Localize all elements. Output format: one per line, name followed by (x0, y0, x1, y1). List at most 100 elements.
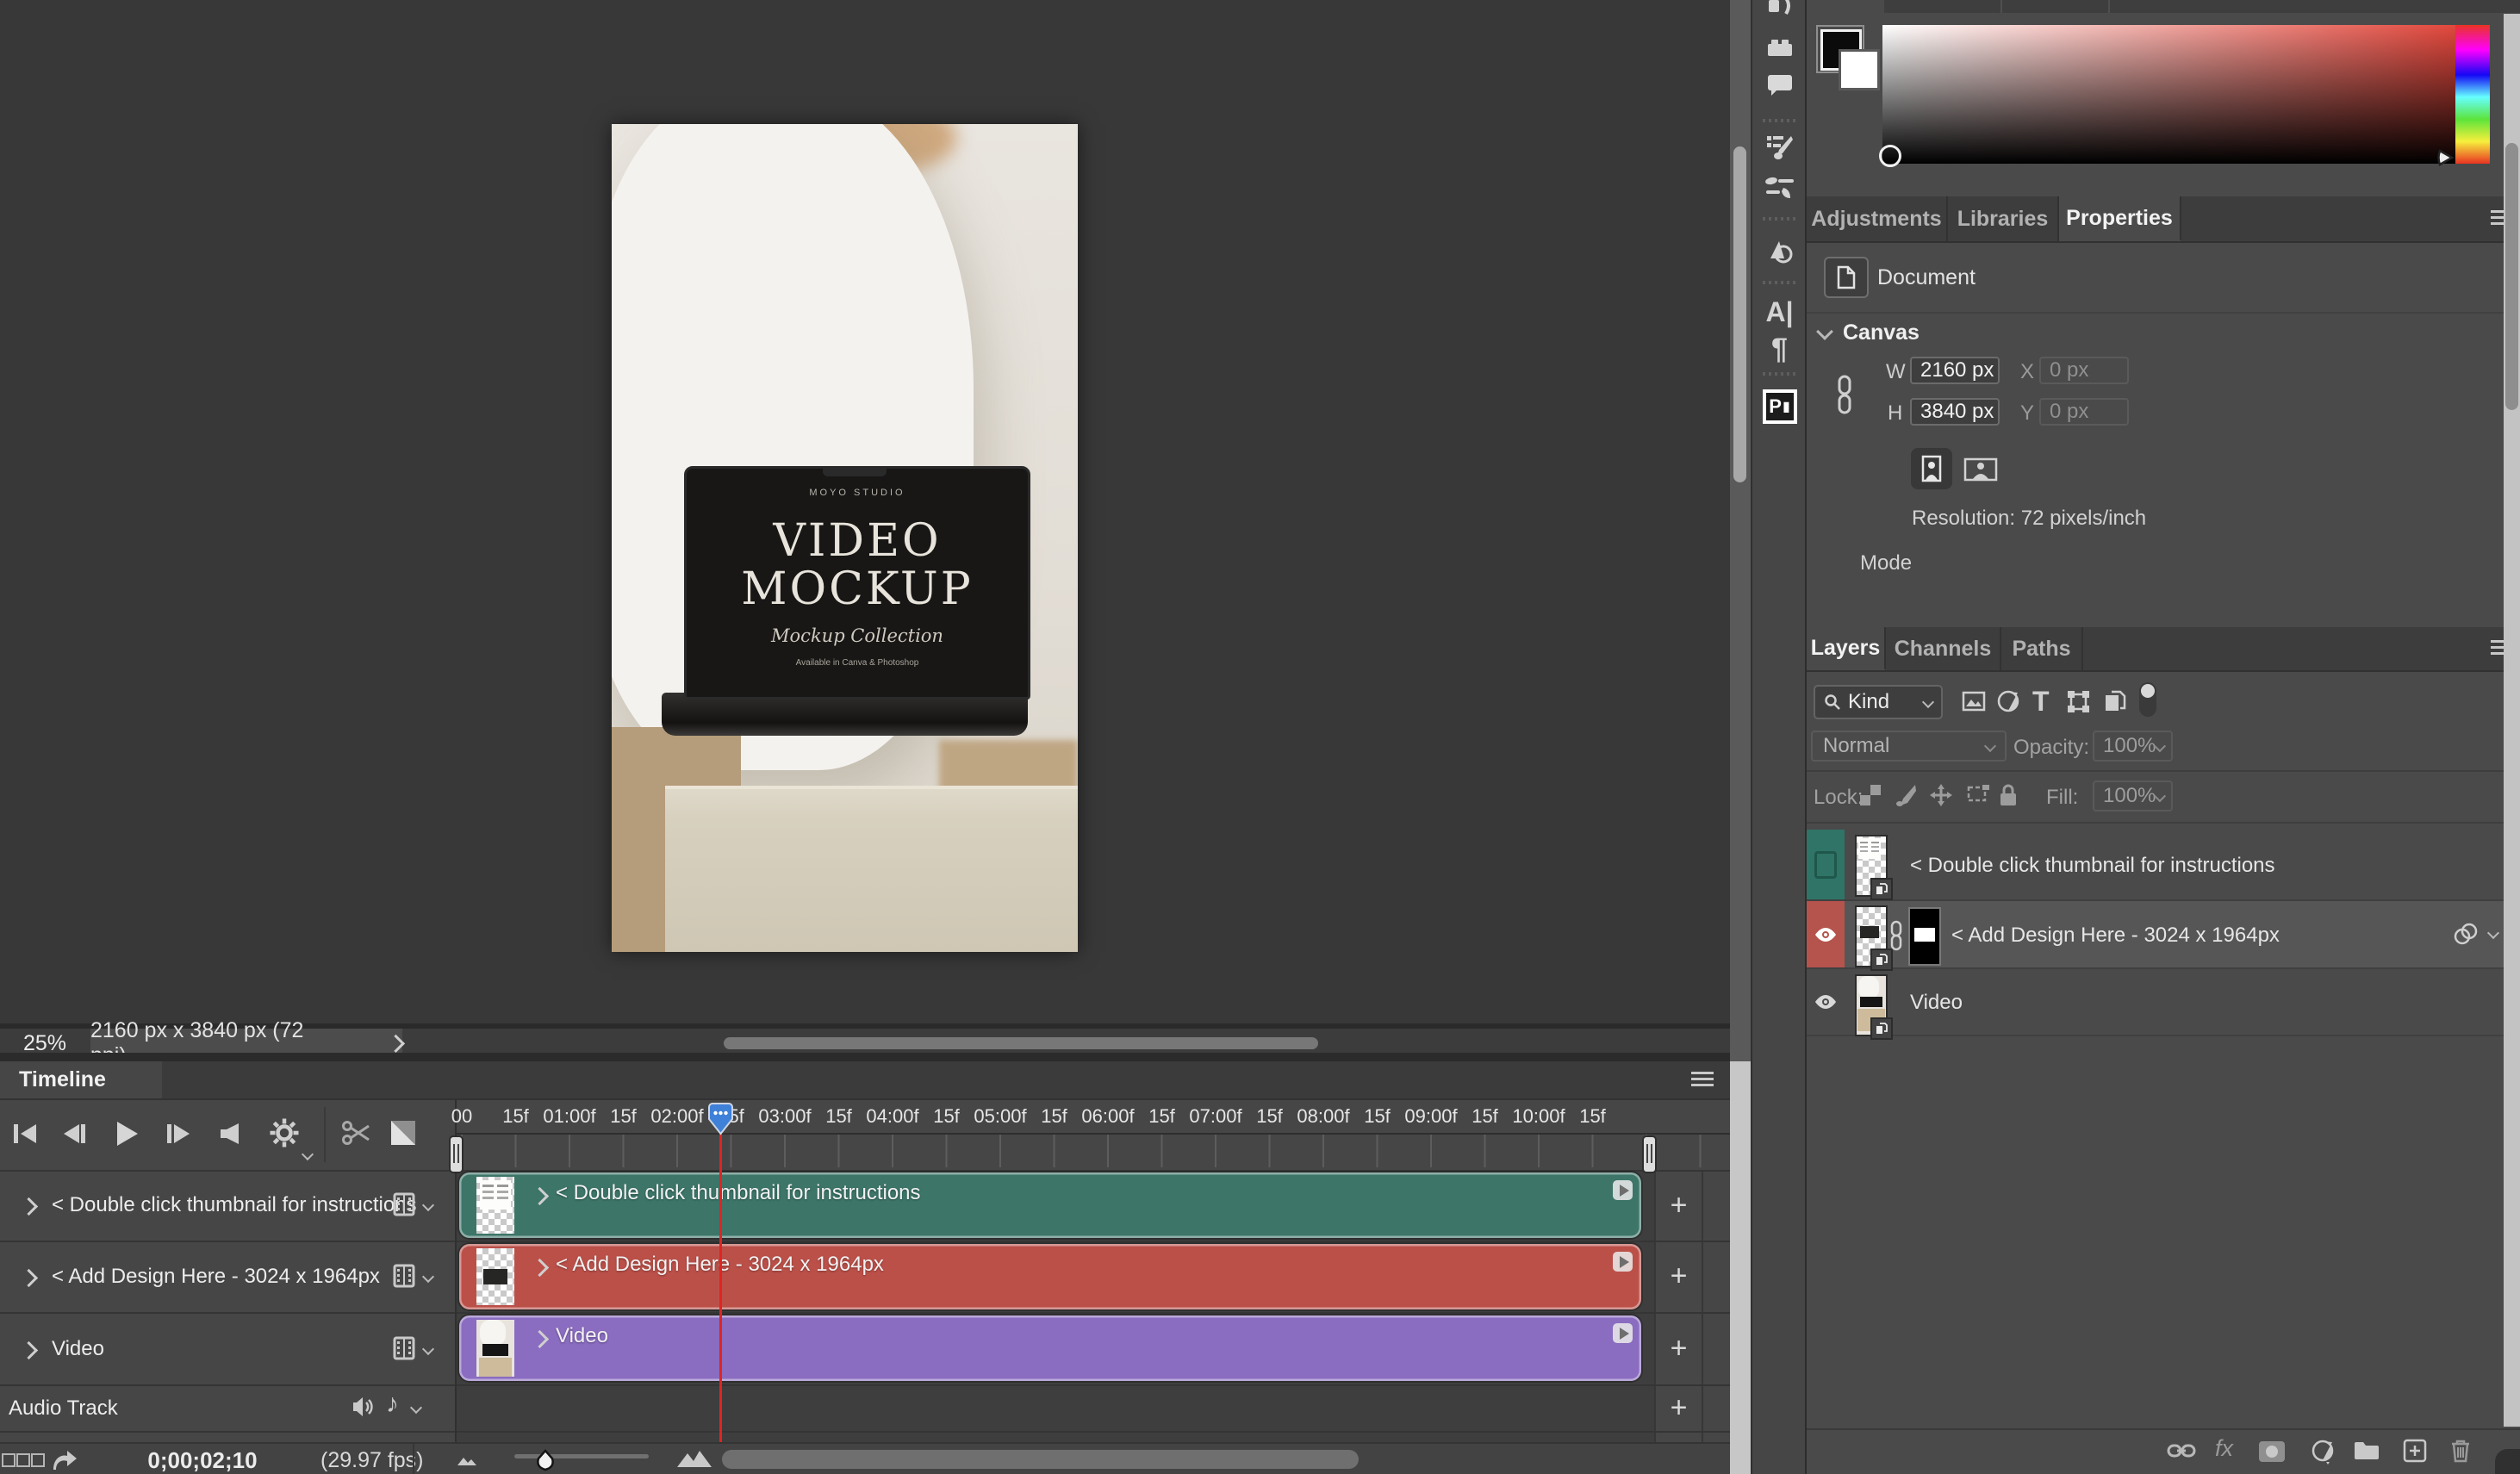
next-frame-button[interactable] (165, 1121, 195, 1147)
canvas-horizontal-scrollbar[interactable] (724, 1037, 1318, 1049)
layer-mask-thumbnail[interactable] (1908, 907, 1941, 966)
panel-scrollbar-strip[interactable] (2504, 14, 2520, 1427)
current-timecode[interactable]: 0;00;02;10 (129, 1447, 276, 1474)
canvas-width-field[interactable]: 2160 px (1910, 357, 2000, 384)
transition-button[interactable] (389, 1119, 417, 1147)
audio-track-header[interactable]: Audio Track ♪ (0, 1384, 455, 1431)
split-at-playhead-scissors-button[interactable] (341, 1119, 372, 1147)
clip-playback-badge-icon[interactable] (1613, 1180, 1633, 1200)
color-saturation-field[interactable] (1882, 25, 2455, 164)
new-adjustment-layer-button[interactable] (2310, 1439, 2336, 1465)
canvas-area[interactable]: MOYO STUDIO VIDEO MOCKUP Mockup Collecti… (0, 0, 1732, 1023)
timeline-settings-gear-icon[interactable] (269, 1117, 300, 1148)
frame-squares-icon[interactable] (2, 1453, 16, 1467)
add-media-button[interactable]: + (1654, 1170, 1703, 1241)
go-to-start-button[interactable] (12, 1121, 41, 1147)
play-button[interactable] (112, 1119, 141, 1148)
track-expand-chevron-icon[interactable] (20, 1269, 38, 1287)
video-track-film-icon[interactable] (392, 1336, 416, 1360)
fill-field[interactable]: 100% (2093, 781, 2173, 812)
audio-options-chevron-icon[interactable] (410, 1402, 422, 1414)
new-group-folder-button[interactable] (2353, 1440, 2380, 1461)
timeline-ruler[interactable]: 00 15f 01:00f 15f 02:00f 15f 03:00f 15f … (457, 1100, 1732, 1135)
add-audio-button[interactable]: + (1654, 1384, 1703, 1431)
timeline-menu-icon[interactable] (1691, 1072, 1714, 1074)
work-area-start-handle[interactable] (449, 1135, 464, 1173)
comment-icon[interactable] (1766, 74, 1794, 96)
track-header-add-design[interactable]: < Add Design Here - 3024 x 1964px (0, 1241, 455, 1312)
timeline-scrollbar-strip[interactable] (1730, 1061, 1751, 1474)
video-track-film-icon[interactable] (392, 1264, 416, 1288)
gear-dropdown-chevron-icon[interactable] (302, 1148, 314, 1160)
work-area-end-handle[interactable] (1642, 1135, 1657, 1173)
brush-settings-icon[interactable] (1765, 134, 1795, 160)
timeline-horizontal-scrollbar[interactable] (722, 1450, 1359, 1469)
track-clip-video[interactable]: Video (459, 1315, 1641, 1381)
track-options-chevron-icon[interactable] (422, 1199, 434, 1211)
lock-transparency-icon[interactable] (1860, 785, 1881, 805)
canvas-y-field[interactable]: 0 px (2039, 398, 2129, 426)
kind-filter-dropdown[interactable]: Kind (1814, 685, 1943, 719)
lock-all-icon[interactable] (1998, 783, 2019, 807)
clip-playback-badge-icon[interactable] (1613, 1252, 1633, 1272)
layer-visibility-cell[interactable] (1807, 830, 1845, 899)
tab-properties[interactable]: Properties (2059, 196, 2181, 241)
tab-channels[interactable]: Channels (1886, 627, 2001, 670)
layer-row-instructions[interactable]: < Double click thumbnail for instruction… (1807, 830, 2520, 901)
color-hue-strip[interactable] (2455, 25, 2490, 164)
render-video-arrow-icon[interactable] (52, 1449, 78, 1471)
track-header-video[interactable]: Video (0, 1312, 455, 1384)
libraries-brick-icon[interactable] (1766, 38, 1794, 57)
zoom-in-mountain-icon[interactable] (676, 1449, 712, 1468)
video-track-film-icon[interactable] (392, 1192, 416, 1216)
add-media-button[interactable]: + (1654, 1312, 1703, 1384)
track-expand-chevron-icon[interactable] (20, 1341, 38, 1359)
link-dimensions-icon[interactable] (1836, 375, 1853, 414)
layer-style-fx-button[interactable]: fx (2215, 1435, 2233, 1462)
blend-mode-dropdown[interactable]: Normal (1811, 731, 2007, 762)
filter-shape-icon[interactable] (2067, 690, 2090, 713)
mute-audio-button[interactable] (217, 1121, 243, 1147)
add-layer-mask-button[interactable] (2258, 1440, 2286, 1463)
track-header-instructions[interactable]: < Double click thumbnail for instruction… (0, 1170, 455, 1241)
clip-expand-chevron-icon[interactable] (531, 1259, 549, 1277)
canvas-x-field[interactable]: 0 px (2039, 357, 2129, 384)
canvas-height-field[interactable]: 3840 px (1910, 398, 2000, 426)
clip-playback-badge-icon[interactable] (1613, 1323, 1633, 1343)
filter-adjustment-icon[interactable] (1996, 689, 2020, 713)
layer-row-video[interactable]: Video (1807, 969, 2520, 1036)
snapshot-icon[interactable] (1765, 0, 1795, 21)
smart-filters-icon[interactable] (2451, 922, 2480, 946)
tab-libraries[interactable]: Libraries (1948, 196, 2059, 241)
tab-paths[interactable]: Paths (2001, 627, 2083, 670)
timeline-zoom-slider-thumb[interactable] (534, 1449, 557, 1471)
clip-expand-chevron-icon[interactable] (531, 1330, 549, 1348)
doc-info-chevron-icon[interactable] (387, 1035, 405, 1053)
panel-scrollbar-thumb[interactable] (2505, 143, 2518, 410)
filter-smart-object-icon[interactable] (2103, 689, 2127, 713)
filter-toggle-switch[interactable] (2139, 682, 2156, 717)
filter-type-icon[interactable]: T (2032, 686, 2050, 718)
tab-layers[interactable]: Layers (1807, 627, 1886, 670)
background-color-swatch[interactable] (1839, 49, 1880, 90)
mask-link-icon[interactable] (1889, 920, 1903, 951)
audio-music-note-icon[interactable]: ♪ (386, 1390, 399, 1419)
zoom-out-mountain-icon[interactable] (457, 1454, 481, 1466)
track-clip-instructions[interactable]: < Double click thumbnail for instruction… (459, 1172, 1641, 1238)
previous-frame-button[interactable] (59, 1121, 88, 1147)
orientation-portrait-button[interactable] (1911, 448, 1952, 489)
filter-image-icon[interactable] (1962, 691, 1986, 712)
tab-adjustments[interactable]: Adjustments (1807, 196, 1948, 241)
history-icon[interactable] (1765, 238, 1795, 265)
tab-timeline[interactable]: Timeline (0, 1061, 162, 1098)
track-clip-add-design[interactable]: < Add Design Here - 3024 x 1964px (459, 1244, 1641, 1309)
canvas-section-chevron-icon[interactable] (1816, 323, 1833, 340)
new-layer-button[interactable] (2403, 1439, 2427, 1463)
track-options-chevron-icon[interactable] (422, 1271, 434, 1283)
orientation-landscape-button[interactable] (1962, 457, 2000, 482)
paragraph-panel-icon[interactable]: ¶ (1771, 333, 1788, 366)
hue-marker-icon[interactable] (2436, 148, 2455, 167)
canvas-vertical-scrollbar-thumb[interactable] (1733, 146, 1746, 482)
layer-visibility-cell[interactable] (1807, 901, 1845, 967)
track-options-chevron-icon[interactable] (422, 1343, 434, 1355)
